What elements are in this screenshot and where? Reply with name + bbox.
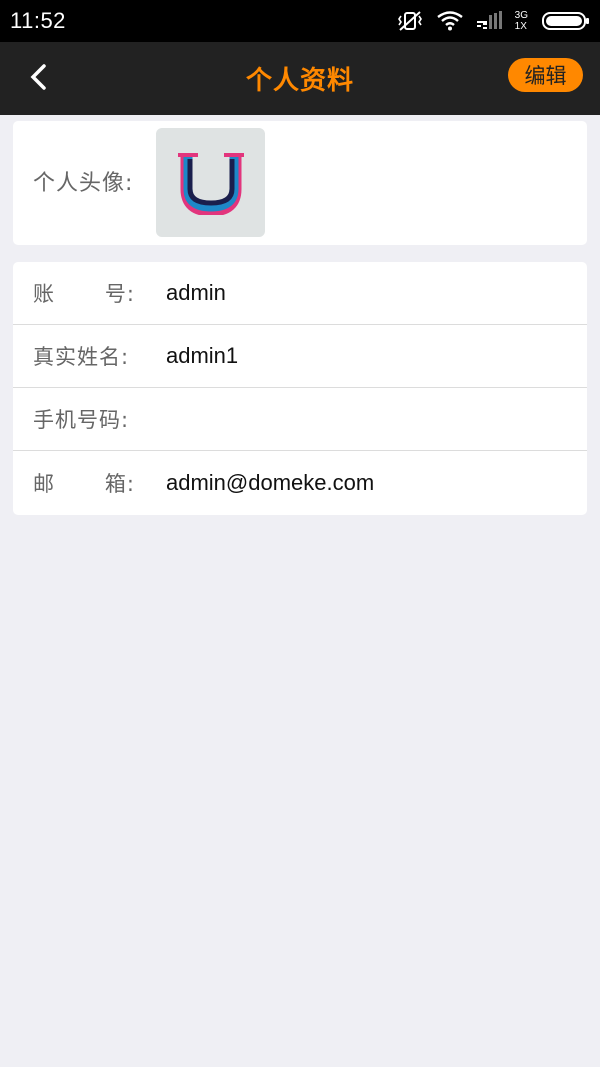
row-label-right: 号: bbox=[104, 282, 135, 306]
row-label: 真实姓名: bbox=[13, 341, 146, 371]
avatar-label: 个人头像: bbox=[33, 171, 134, 196]
app-header: 个人资料 编辑 bbox=[0, 42, 600, 115]
row-account[interactable]: 账 号: admin bbox=[13, 262, 587, 325]
account-value: admin bbox=[166, 280, 226, 305]
row-label-left: 邮 bbox=[33, 471, 55, 496]
network-type: 3G 1X bbox=[515, 10, 528, 32]
row-label: 邮 箱: bbox=[13, 468, 146, 498]
avatar-card: 个人头像: bbox=[13, 121, 587, 245]
network-type-top: 3G bbox=[514, 10, 528, 21]
status-time: 11:52 bbox=[10, 8, 66, 33]
status-bar: 11:52 3G 1X bbox=[0, 0, 600, 42]
avatar-logo-icon bbox=[177, 152, 244, 215]
row-label: 手机号码: bbox=[13, 404, 146, 434]
email-value: admin@domeke.com bbox=[166, 469, 375, 495]
row-label-left: 手机号码: bbox=[33, 408, 130, 432]
avatar[interactable] bbox=[156, 128, 265, 237]
network-type-bottom: 1X bbox=[514, 21, 527, 32]
row-label: 账 号: bbox=[13, 278, 146, 308]
wifi-icon bbox=[436, 11, 463, 31]
row-label-right: 箱: bbox=[104, 471, 135, 496]
row-real-name[interactable]: 真实姓名: admin1 bbox=[13, 325, 587, 388]
signal-icon bbox=[476, 11, 511, 31]
back-button[interactable] bbox=[22, 62, 54, 96]
info-card: 账 号: admin 真实姓名: admin1 手机号码: 邮 箱: admin… bbox=[13, 262, 587, 515]
row-email[interactable]: 邮 箱: admin@domeke.com bbox=[13, 451, 587, 514]
page-title: 个人资料 bbox=[245, 66, 354, 96]
vibrate-icon bbox=[397, 10, 423, 32]
edit-button[interactable]: 编辑 bbox=[508, 58, 583, 92]
battery-icon bbox=[542, 11, 590, 31]
real-name-value: admin1 bbox=[166, 343, 239, 368]
row-label-left: 真实姓名: bbox=[33, 345, 130, 369]
row-label-left: 账 bbox=[33, 282, 55, 306]
row-phone[interactable]: 手机号码: bbox=[13, 388, 587, 451]
status-icons: 3G 1X bbox=[397, 0, 590, 42]
chevron-left-icon bbox=[28, 63, 48, 95]
